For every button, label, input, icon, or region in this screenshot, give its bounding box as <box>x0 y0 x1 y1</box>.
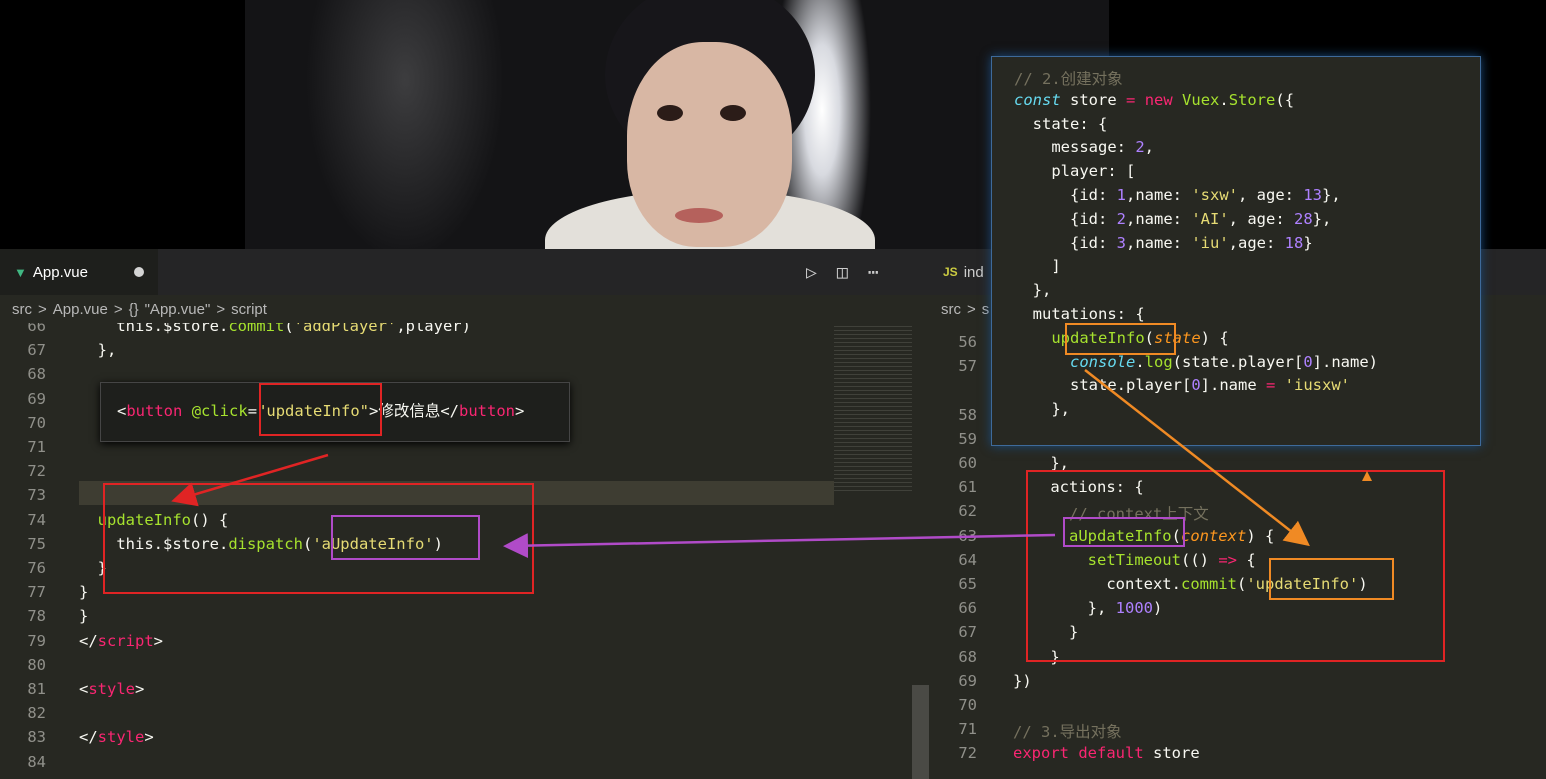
annotation-arrows <box>171 369 1372 559</box>
arrow-head-orange <box>1362 471 1372 481</box>
arrow-red <box>171 453 329 507</box>
arrow-orange <box>1084 369 1310 547</box>
arrow-purple <box>503 533 1056 559</box>
